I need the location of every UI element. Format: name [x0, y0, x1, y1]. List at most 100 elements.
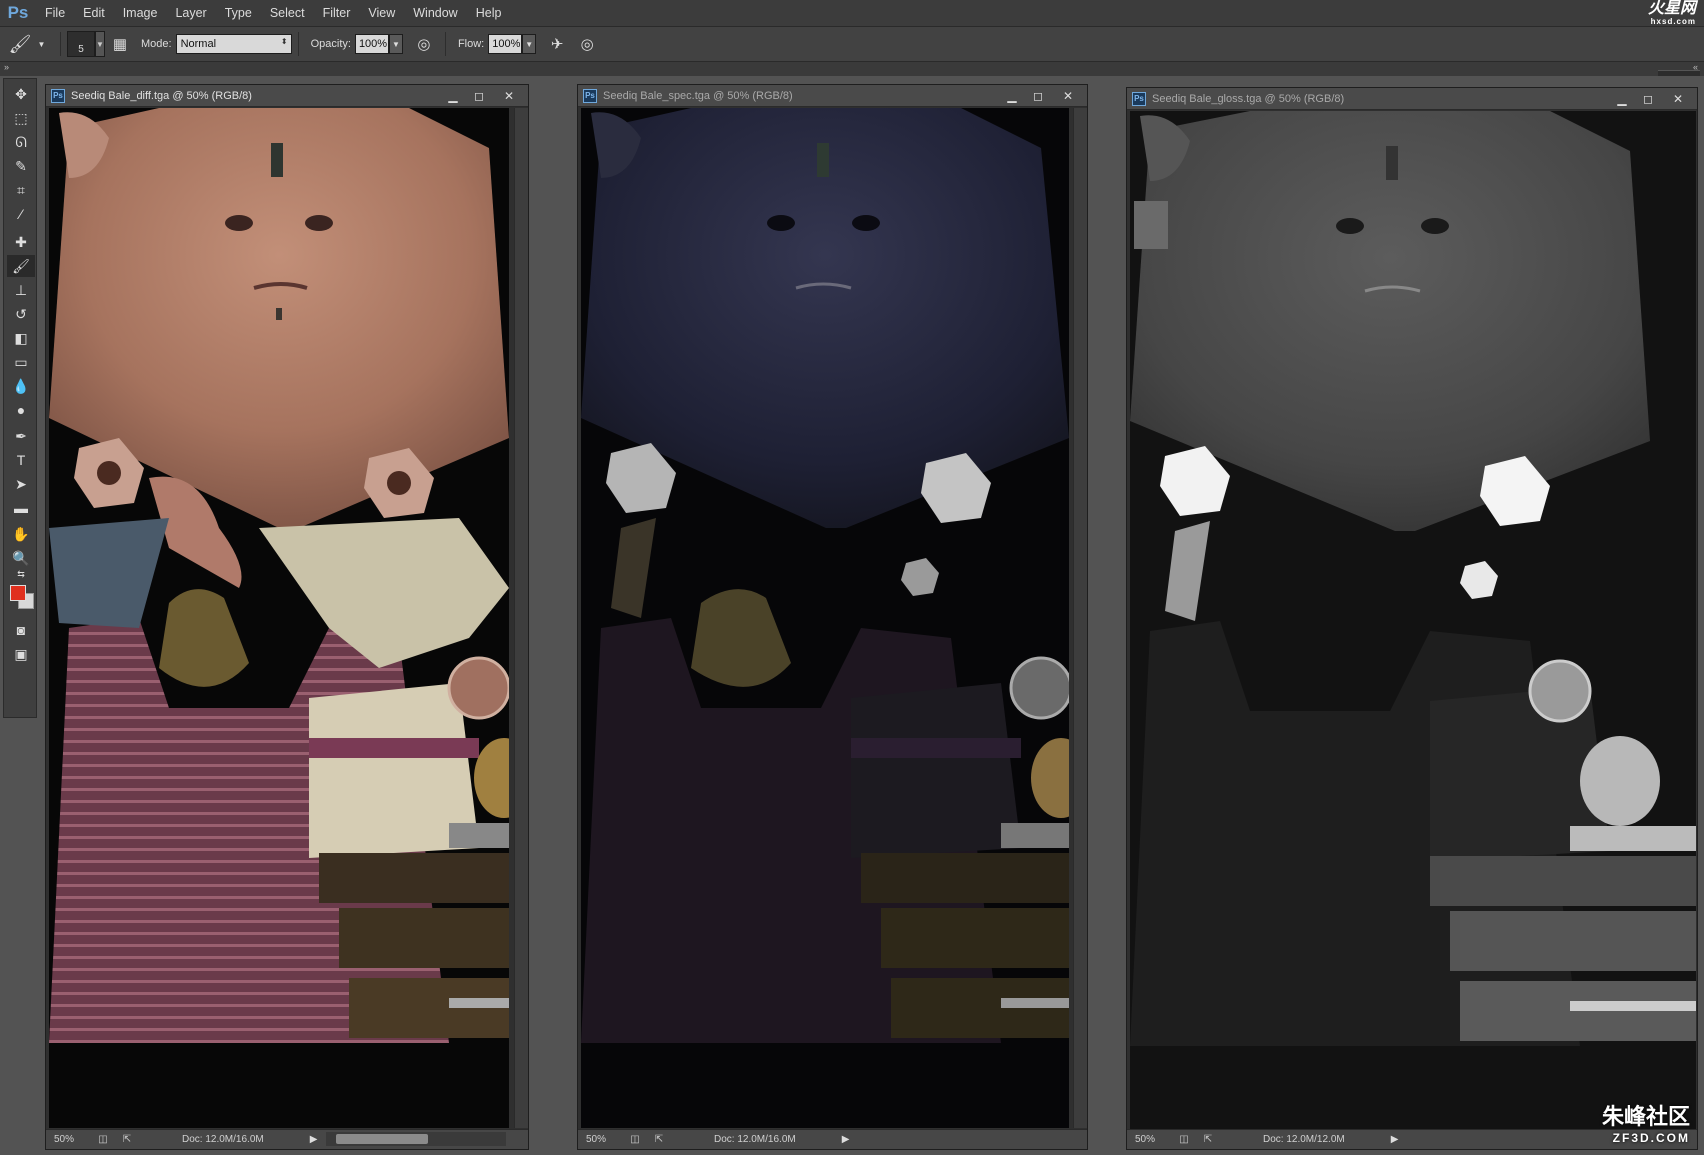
menu-edit[interactable]: Edit — [74, 0, 114, 26]
healing-brush-tool-icon[interactable]: ✚ — [7, 231, 35, 253]
vertical-scrollbar[interactable] — [514, 108, 528, 1128]
foreground-color-swatch[interactable] — [10, 585, 26, 601]
eraser-tool-icon[interactable]: ◧ — [7, 327, 35, 349]
move-tool-icon[interactable]: ✥ — [7, 83, 35, 105]
document-size-info: Doc: 12.0M/16.0M — [714, 1134, 796, 1145]
maximize-icon[interactable]: ◻ — [466, 85, 492, 106]
document-canvas[interactable] — [1130, 111, 1696, 1129]
quick-mask-icon[interactable]: ◙ — [7, 619, 35, 641]
marquee-tool-icon[interactable]: ⬚ — [7, 107, 35, 129]
history-brush-tool-icon[interactable]: ↺ — [7, 303, 35, 325]
watermark-bottom: 朱峰社区 ZF3D.COM — [1601, 1104, 1690, 1145]
document-window-gloss[interactable]: Ps Seediq Bale_gloss.tga @ 50% (RGB/8) ▁… — [1126, 87, 1698, 1150]
document-titlebar[interactable]: Ps Seediq Bale_gloss.tga @ 50% (RGB/8) ▁… — [1127, 88, 1697, 110]
document-window-spec[interactable]: Ps Seediq Bale_spec.tga @ 50% (RGB/8) ▁ … — [577, 84, 1088, 1150]
status-camera-icon[interactable]: ◫ — [626, 1134, 644, 1146]
pressure-size-icon[interactable]: ◎ — [576, 33, 598, 55]
menu-bar: Ps File Edit Image Layer Type Select Fil… — [0, 0, 1704, 26]
pen-tool-icon[interactable]: ✒ — [7, 425, 35, 447]
options-bar: 🖌 ▼ 5 ▼ ▦ Mode: Normal ⬍ Opacity: 100% ▼ … — [0, 26, 1704, 62]
screen-mode-icon[interactable]: ▣ — [7, 643, 35, 665]
lasso-tool-icon[interactable]: ᘏ — [7, 131, 35, 153]
menu-view[interactable]: View — [359, 0, 404, 26]
horizontal-scrollbar[interactable] — [326, 1132, 506, 1146]
clone-stamp-tool-icon[interactable]: ⊥ — [7, 279, 35, 301]
minimize-icon[interactable]: ▁ — [999, 85, 1025, 106]
menu-help[interactable]: Help — [467, 0, 511, 26]
zoom-level[interactable]: 50% — [1135, 1134, 1175, 1145]
document-ps-icon: Ps — [1132, 91, 1146, 106]
status-share-icon[interactable]: ⇱ — [1199, 1134, 1217, 1146]
minimize-icon[interactable]: ▁ — [440, 85, 466, 106]
blend-mode-value: Normal — [180, 38, 217, 50]
tool-preset-picker[interactable]: 🖌 ▼ — [0, 30, 54, 58]
close-icon[interactable]: ✕ — [1055, 85, 1081, 106]
document-window-diff[interactable]: Ps Seediq Bale_diff.tga @ 50% (RGB/8) ▁ … — [45, 84, 529, 1150]
status-menu-arrow-icon[interactable]: ▶ — [310, 1134, 318, 1145]
gradient-tool-icon[interactable]: ▭ — [7, 351, 35, 373]
flow-slider-toggle[interactable]: ▼ — [522, 34, 537, 54]
vertical-scrollbar[interactable] — [1073, 108, 1087, 1128]
quick-select-tool-icon[interactable]: ✎ — [7, 155, 35, 177]
document-canvas[interactable] — [581, 108, 1069, 1128]
status-share-icon[interactable]: ⇱ — [650, 1134, 668, 1146]
flow-label: Flow: — [457, 38, 485, 50]
document-size-info: Doc: 12.0M/16.0M — [182, 1134, 264, 1145]
zoom-level[interactable]: 50% — [54, 1134, 94, 1145]
rectangle-tool-icon[interactable]: ▬ — [7, 497, 35, 519]
flow-input[interactable]: 100% — [488, 34, 523, 54]
menu-file[interactable]: File — [36, 0, 74, 26]
crop-tool-icon[interactable]: ⌗ — [7, 179, 35, 201]
status-camera-icon[interactable]: ◫ — [94, 1134, 112, 1146]
swap-colors-icon[interactable]: ⇆ — [7, 567, 35, 581]
menu-window[interactable]: Window — [404, 0, 466, 26]
brush-tool-icon[interactable]: 🖌 — [7, 255, 35, 277]
document-title: Seediq Bale_gloss.tga @ 50% (RGB/8) — [1152, 92, 1345, 105]
zoom-level[interactable]: 50% — [586, 1134, 626, 1145]
status-menu-arrow-icon[interactable]: ▶ — [842, 1134, 850, 1145]
opacity-slider-toggle[interactable]: ▼ — [388, 34, 403, 54]
menu-layer[interactable]: Layer — [166, 0, 215, 26]
pressure-opacity-icon[interactable]: ◎ — [413, 33, 435, 55]
dodge-tool-icon[interactable]: ● — [7, 399, 35, 421]
menu-select[interactable]: Select — [261, 0, 314, 26]
brush-panel-toggle-icon[interactable]: ▦ — [109, 33, 131, 55]
document-titlebar[interactable]: Ps Seediq Bale_spec.tga @ 50% (RGB/8) ▁ … — [578, 85, 1087, 107]
document-titlebar[interactable]: Ps Seediq Bale_diff.tga @ 50% (RGB/8) ▁ … — [46, 85, 528, 107]
document-ps-icon: Ps — [51, 88, 65, 103]
status-menu-arrow-icon[interactable]: ▶ — [1391, 1134, 1399, 1145]
menu-image[interactable]: Image — [114, 0, 167, 26]
type-tool-icon[interactable]: T — [7, 449, 35, 471]
collapse-left-icon[interactable]: » — [4, 62, 9, 72]
menu-type[interactable]: Type — [216, 0, 261, 26]
watermark-logo: 火星网 hxsd.com — [1647, 0, 1696, 26]
brush-icon: 🖌 — [8, 33, 32, 54]
scrollbar-thumb[interactable] — [336, 1134, 428, 1144]
divider — [297, 32, 299, 56]
document-canvas[interactable] — [49, 108, 509, 1128]
chevron-down-icon: ▼ — [37, 39, 46, 49]
maximize-icon[interactable]: ◻ — [1635, 88, 1661, 109]
status-share-icon[interactable]: ⇱ — [118, 1134, 136, 1146]
minimize-icon[interactable]: ▁ — [1609, 88, 1635, 109]
zoom-tool-icon[interactable]: 🔍 — [7, 547, 35, 569]
close-icon[interactable]: ✕ — [1665, 88, 1691, 109]
panel-dock-bar[interactable] — [1658, 70, 1700, 76]
airbrush-icon[interactable]: ✈ — [546, 33, 568, 55]
specular-texture-map — [581, 108, 1069, 1128]
eyedropper-tool-icon[interactable]: ⁄ — [7, 203, 35, 225]
brush-size-picker[interactable]: 5 — [67, 31, 95, 57]
blend-mode-select[interactable]: Normal ⬍ — [175, 34, 292, 54]
maximize-icon[interactable]: ◻ — [1025, 85, 1051, 106]
status-camera-icon[interactable]: ◫ — [1175, 1134, 1193, 1146]
path-selection-tool-icon[interactable]: ➤ — [7, 473, 35, 495]
close-icon[interactable]: ✕ — [496, 85, 522, 106]
blur-tool-icon[interactable]: 💧 — [7, 375, 35, 397]
hand-tool-icon[interactable]: ✋ — [7, 523, 35, 545]
opacity-input[interactable]: 100% — [354, 34, 389, 54]
divider — [60, 32, 61, 56]
select-arrow-icon: ⬍ — [280, 37, 288, 46]
status-bar: 50% ◫ ⇱ Doc: 12.0M/16.0M ▶ — [578, 1129, 1087, 1149]
menu-filter[interactable]: Filter — [314, 0, 360, 26]
brush-picker-arrow[interactable]: ▼ — [95, 31, 105, 57]
